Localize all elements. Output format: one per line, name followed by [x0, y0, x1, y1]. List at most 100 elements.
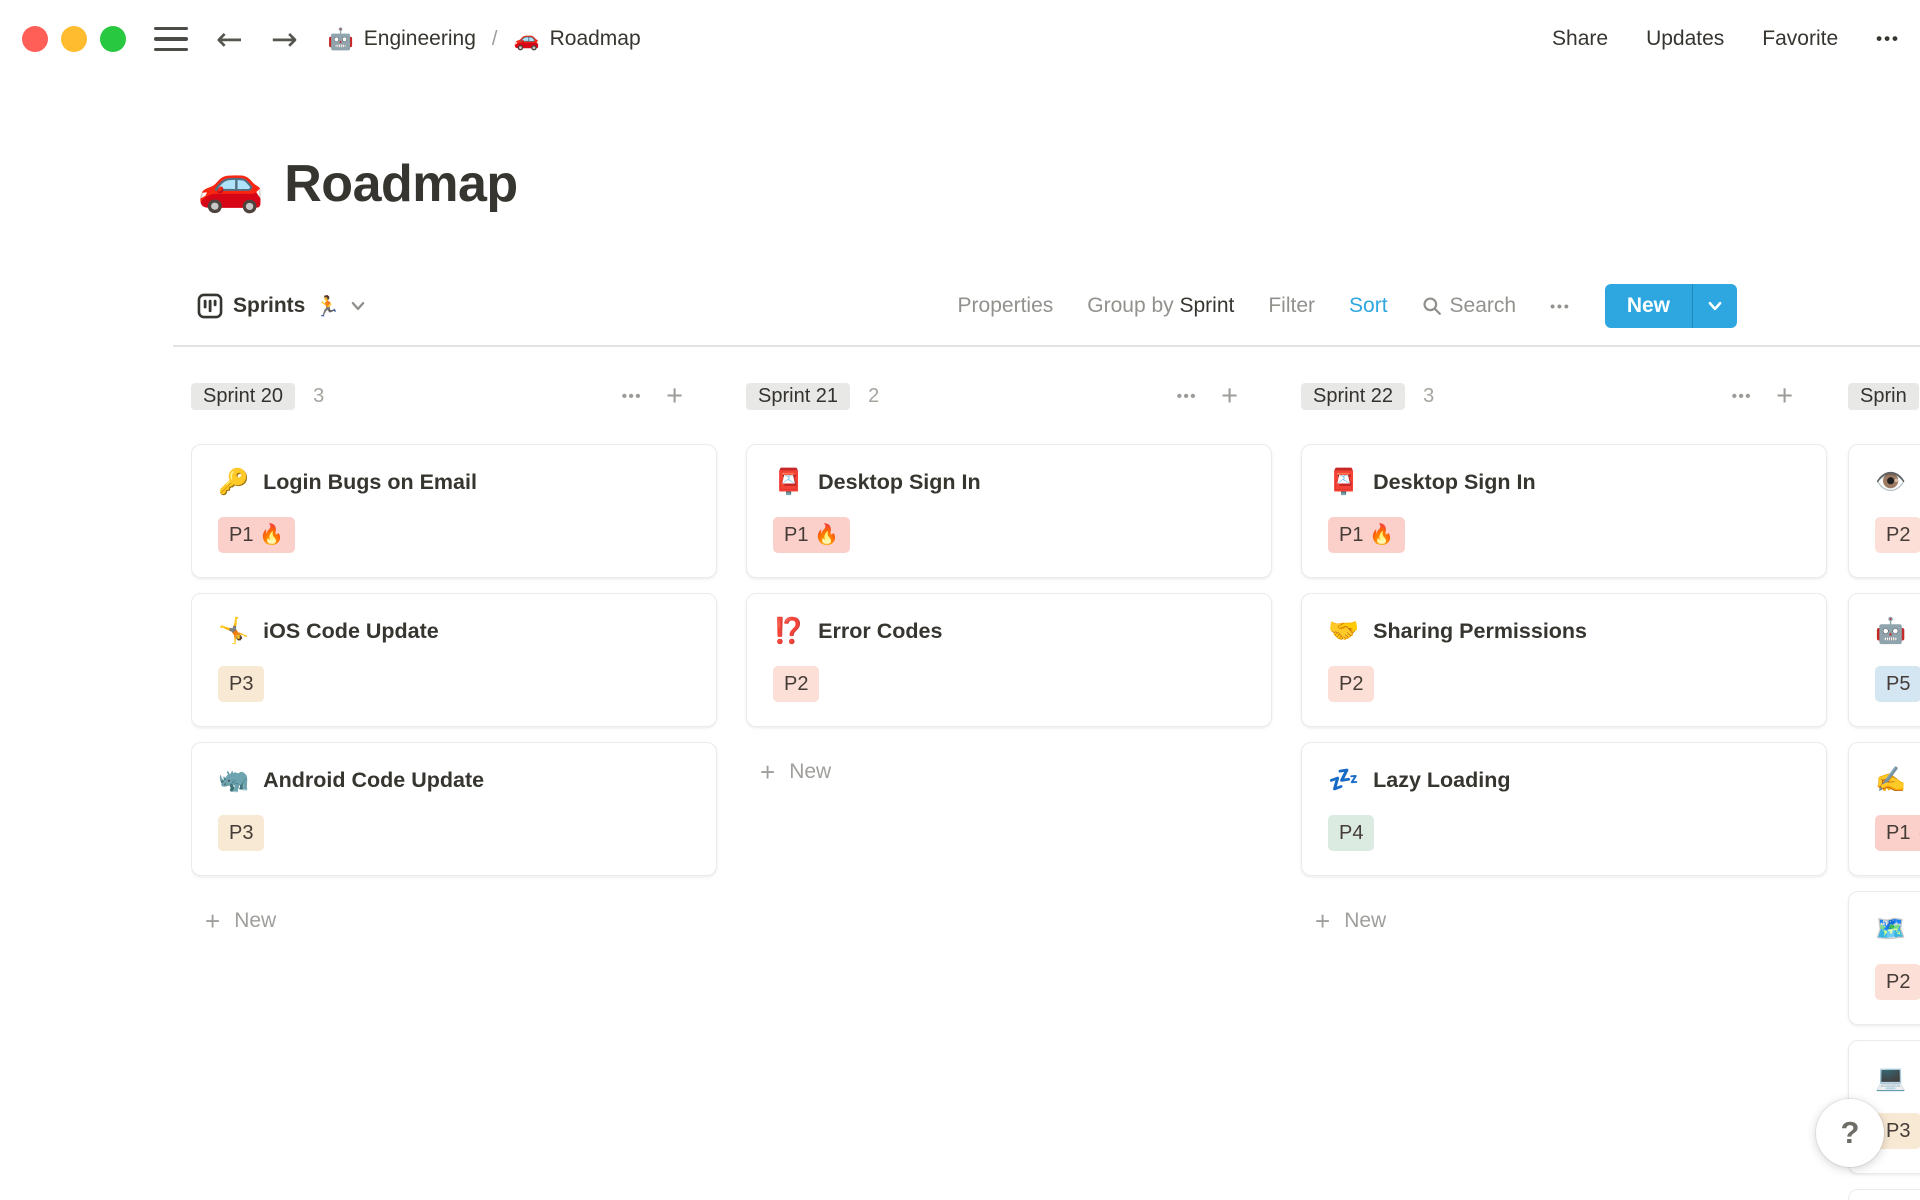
column-name-pill[interactable]: Sprint 22 — [1301, 382, 1406, 410]
breadcrumb-item-roadmap[interactable]: 🚗 Roadmap — [513, 27, 640, 52]
back-arrow-icon[interactable]: ← — [216, 23, 243, 55]
new-button-label[interactable]: New — [1605, 284, 1692, 328]
priority-badge: P2 — [1875, 964, 1920, 1000]
group-by-value: Sprint — [1179, 294, 1235, 317]
card-title: Lazy Loading — [1373, 767, 1511, 792]
postbox-icon: 📮 — [1328, 467, 1360, 496]
column-more-icon[interactable]: ••• — [1177, 388, 1197, 405]
interrobang-icon: ⁉️ — [773, 616, 805, 645]
writing-hand-icon: ✍️ — [1875, 765, 1907, 794]
zoom-window-button[interactable] — [100, 26, 126, 52]
card-ios-code-update[interactable]: 🤸 iOS Code Update P3 — [191, 593, 717, 727]
add-card-button[interactable]: + New — [746, 759, 1272, 785]
priority-badge: P2 — [1328, 666, 1375, 702]
priority-badge: P2 — [1875, 517, 1920, 553]
add-card-button[interactable]: + New — [191, 908, 717, 934]
column-add-icon[interactable]: + — [666, 381, 683, 411]
column-more-icon[interactable]: ••• — [1732, 388, 1752, 405]
robot-icon: 🤖 — [327, 26, 354, 51]
card-desktop-sign-in[interactable]: 📮 Desktop Sign In P1 🔥 — [746, 444, 1272, 578]
updates-button[interactable]: Updates — [1646, 27, 1724, 51]
priority-badge: P5 — [1875, 666, 1920, 702]
priority-badge: P1 🔥 — [218, 517, 295, 553]
view-toolbar: Sprints 🏃 Properties Group by Sprint Fil… — [197, 283, 1737, 329]
column-name-pill[interactable]: Sprint 20 — [191, 382, 296, 410]
page-title: 🚗 Roadmap — [197, 152, 518, 216]
more-options-icon[interactable]: ••• — [1876, 29, 1900, 49]
priority-badge: P1 🔥 — [1875, 815, 1920, 851]
card-title: Desktop Sign In — [1373, 469, 1536, 494]
new-button-dropdown[interactable] — [1693, 284, 1737, 328]
column-name-pill[interactable]: Sprin — [1848, 382, 1919, 410]
new-button[interactable]: New — [1604, 284, 1737, 328]
column-add-icon[interactable]: + — [1221, 381, 1238, 411]
sort-button[interactable]: Sort — [1349, 294, 1388, 318]
board-column-sprint-20: Sprint 20 3 ••• + 🔑 Login Bugs on Email … — [191, 380, 717, 934]
share-button[interactable]: Share — [1552, 27, 1608, 51]
tab-sprints-view[interactable]: Sprints 🏃 — [197, 293, 366, 319]
traffic-lights — [22, 26, 126, 52]
toolbar-divider — [173, 345, 1920, 347]
favorite-button[interactable]: Favorite — [1762, 27, 1838, 51]
column-header: Sprint 21 2 ••• + — [746, 380, 1272, 412]
breadcrumb: 🤖 Engineering / 🚗 Roadmap — [328, 27, 641, 52]
card-android-code-update[interactable]: 🦏 Android Code Update P3 — [191, 742, 717, 876]
card-partial-1[interactable]: 👁️ M P2 — [1848, 444, 1920, 578]
car-icon: 🚗 — [197, 152, 265, 215]
priority-badge: P1 🔥 — [773, 517, 850, 553]
board-column-partial: Sprin 👁️ M P2 🤖 I P5 ✍️ R P1 🔥 🗺️ — [1848, 380, 1920, 1200]
card-partial-2[interactable]: 🤖 I P5 — [1848, 593, 1920, 727]
add-card-label: New — [789, 760, 832, 783]
card-partial-4[interactable]: 🗺️ R P2 — [1848, 891, 1920, 1025]
board-view-icon — [197, 293, 223, 319]
world-map-icon: 🗺️ — [1875, 914, 1907, 943]
column-count: 3 — [1423, 384, 1435, 407]
laptop-icon: 💻 — [1875, 1063, 1907, 1092]
card-error-codes[interactable]: ⁉️ Error Codes P2 — [746, 593, 1272, 727]
card-login-bugs-on-email[interactable]: 🔑 Login Bugs on Email P1 🔥 — [191, 444, 717, 578]
column-add-icon[interactable]: + — [1776, 381, 1793, 411]
view-more-options-icon[interactable]: ••• — [1550, 298, 1571, 314]
column-header: Sprint 22 3 ••• + — [1301, 380, 1827, 412]
search-button[interactable]: Search — [1422, 294, 1517, 318]
add-card-label: New — [234, 909, 277, 932]
column-name-pill[interactable]: Sprint 21 — [746, 382, 851, 410]
help-button[interactable]: ? — [1816, 1099, 1884, 1167]
card-title: Error Codes — [818, 618, 943, 643]
column-count: 2 — [868, 384, 880, 407]
column-more-icon[interactable]: ••• — [622, 388, 642, 405]
search-label: Search — [1449, 294, 1517, 317]
chevron-down-icon — [1708, 301, 1722, 311]
card-lazy-loading[interactable]: 💤 Lazy Loading P4 — [1301, 742, 1827, 876]
zzz-icon: 💤 — [1328, 765, 1360, 794]
eye-icon: 👁️ — [1875, 467, 1907, 496]
car-icon: 🚗 — [513, 26, 540, 51]
card-title: Desktop Sign In — [818, 469, 981, 494]
priority-badge: P3 — [218, 815, 265, 851]
priority-badge: P4 — [1328, 815, 1375, 851]
properties-button[interactable]: Properties — [958, 294, 1054, 318]
minimize-window-button[interactable] — [61, 26, 87, 52]
card-title: Sharing Permissions — [1373, 618, 1588, 643]
close-window-button[interactable] — [22, 26, 48, 52]
card-desktop-sign-in[interactable]: 📮 Desktop Sign In P1 🔥 — [1301, 444, 1827, 578]
cartwheel-icon: 🤸 — [218, 616, 250, 645]
plus-icon: + — [205, 906, 221, 936]
breadcrumb-label: Engineering — [363, 27, 476, 50]
chevron-down-icon[interactable] — [350, 298, 366, 314]
key-icon: 🔑 — [218, 467, 250, 496]
breadcrumb-item-engineering[interactable]: 🤖 Engineering — [328, 27, 476, 52]
search-icon — [1422, 297, 1441, 315]
sidebar-toggle-icon[interactable] — [154, 26, 188, 52]
plus-icon: + — [760, 757, 776, 787]
card-partial-3[interactable]: ✍️ R P1 🔥 — [1848, 742, 1920, 876]
runner-icon: 🏃 — [315, 294, 341, 318]
filter-button[interactable]: Filter — [1268, 294, 1315, 318]
card-title: iOS Code Update — [263, 618, 439, 643]
card-partial-6[interactable] — [1848, 1189, 1920, 1200]
card-sharing-permissions[interactable]: 🤝 Sharing Permissions P2 — [1301, 593, 1827, 727]
add-card-button[interactable]: + New — [1301, 908, 1827, 934]
forward-arrow-icon[interactable]: → — [271, 23, 298, 55]
group-by-button[interactable]: Group by Sprint — [1087, 294, 1234, 318]
view-name: Sprints — [233, 294, 306, 317]
